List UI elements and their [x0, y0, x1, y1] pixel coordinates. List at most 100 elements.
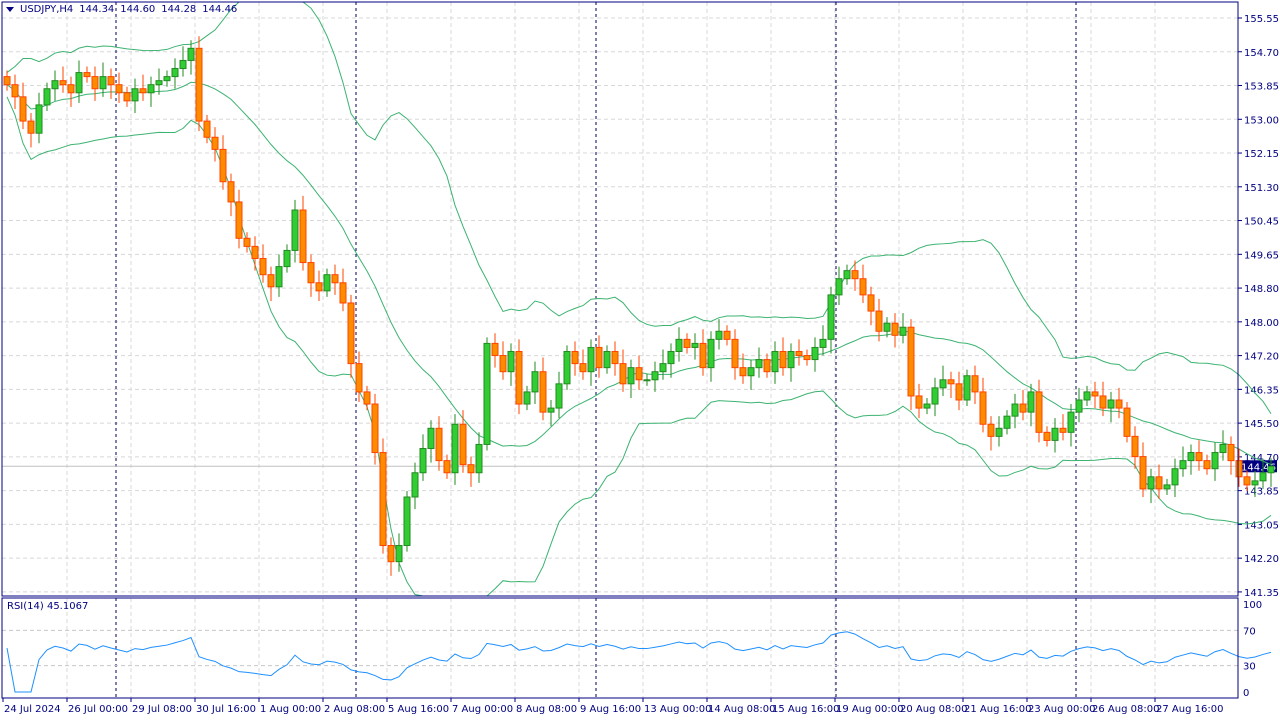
- candle-bear: [595, 346, 603, 369]
- time-axis-label: 13 Aug 00:00: [644, 704, 711, 715]
- candle-bull: [707, 338, 715, 369]
- time-axis-label: 30 Jul 16:00: [196, 704, 256, 715]
- candle-bear: [1131, 435, 1139, 458]
- time-axis-label: 9 Aug 16:00: [580, 704, 641, 715]
- candle-bull: [75, 72, 83, 94]
- candle-bear: [1227, 443, 1235, 462]
- rsi-axis-label: 70: [1243, 626, 1256, 637]
- bollinger-lower: [6, 96, 1272, 597]
- price-axis-label: 153.00: [1244, 115, 1279, 126]
- candle-bull: [627, 367, 635, 385]
- candle-bull: [451, 423, 459, 474]
- candle-bear: [203, 120, 211, 138]
- candle-bear: [339, 282, 347, 304]
- candle-bear: [699, 342, 707, 369]
- candle-bull: [555, 383, 563, 409]
- candle-bear: [779, 350, 787, 369]
- candle-bear: [795, 350, 803, 357]
- time-axis-label: 2 Aug 08:00: [324, 704, 385, 715]
- candle-bear: [371, 403, 379, 454]
- candle-bear: [435, 427, 443, 462]
- candle-bull: [1051, 427, 1059, 441]
- price-axis-label: 152.15: [1244, 149, 1279, 160]
- candle-bull: [691, 342, 699, 348]
- candle-bear: [3, 76, 11, 86]
- time-axis-label: 21 Aug 16:00: [964, 704, 1031, 715]
- price-axis-label: 150.45: [1244, 217, 1279, 228]
- candle-bear: [315, 282, 323, 292]
- price-axis-label: 151.30: [1244, 183, 1279, 194]
- candle-bull: [163, 76, 171, 82]
- candle-bear: [635, 367, 643, 381]
- candle-bear: [731, 338, 739, 369]
- symbol-label: USDJPY,H4: [20, 4, 74, 15]
- time-axis-label: 7 Aug 00:00: [452, 704, 513, 715]
- candle-bear: [243, 237, 251, 247]
- time-axis-label: 14 Aug 08:00: [708, 704, 775, 715]
- price-chart[interactable]: 155.55 154.70 153.85 153.00 152.15 151.30 150.…: [0, 0, 1280, 720]
- time-axis-label: 26 Jul 00:00: [68, 704, 128, 715]
- candle-bull: [675, 338, 683, 352]
- candle-bear: [1043, 431, 1051, 441]
- candle-bear: [1091, 391, 1099, 397]
- candle-bear: [59, 80, 67, 86]
- candle-bull: [667, 350, 675, 365]
- candle-bull: [283, 249, 291, 268]
- candle-bull: [1011, 403, 1019, 417]
- triangle-down-icon[interactable]: [6, 7, 14, 12]
- candle-bull: [147, 84, 155, 94]
- candle-bear: [1035, 391, 1043, 433]
- candle-bull: [1107, 399, 1115, 409]
- candle-bear: [683, 338, 691, 348]
- candle-bear: [331, 274, 339, 284]
- candle-bear: [235, 201, 243, 239]
- candle-bull: [171, 68, 179, 78]
- price-axis-label: 145.50: [1244, 419, 1279, 430]
- candle-bull: [563, 350, 571, 385]
- candle-bear: [67, 84, 75, 94]
- candle-bull: [827, 294, 835, 340]
- candle-bear: [83, 72, 91, 78]
- candle-bull: [179, 59, 187, 70]
- candle-bull: [419, 448, 427, 474]
- candle-bull: [523, 391, 531, 405]
- price-axis-label: 148.80: [1244, 284, 1279, 295]
- time-axis-label: 8 Aug 08:00: [516, 704, 577, 715]
- candle-bull: [603, 350, 611, 369]
- candle-bear: [259, 258, 267, 276]
- candle-bear: [891, 322, 899, 336]
- price-axis-label: 141.35: [1244, 588, 1279, 599]
- candle-bull: [427, 427, 435, 449]
- candle-bull: [995, 427, 1003, 437]
- candle-bull: [403, 496, 411, 547]
- candle-bull: [1075, 399, 1083, 413]
- time-axis-label: 15 Aug 16:00: [772, 704, 839, 715]
- candle-bear: [267, 274, 275, 288]
- candle-bull: [1211, 452, 1219, 470]
- candle-bull: [411, 472, 419, 498]
- candle-bull: [923, 403, 931, 409]
- candle-bull: [99, 76, 107, 90]
- candle-bull: [323, 274, 331, 292]
- candle-bull: [819, 338, 827, 348]
- close-value: 144.46: [202, 4, 238, 15]
- price-axis-label: 153.85: [1244, 82, 1279, 93]
- price-axis-label: 149.65: [1244, 250, 1279, 261]
- candle-bear: [1139, 456, 1147, 490]
- price-axis-label: 143.05: [1244, 520, 1279, 531]
- rsi-axis-label: 0: [1243, 688, 1249, 699]
- candle-bear: [211, 136, 219, 150]
- candle-bear: [91, 76, 99, 90]
- candle-bull: [531, 371, 539, 393]
- candle-bear: [27, 120, 35, 134]
- candle-bear: [947, 379, 955, 385]
- time-axis-label: 1 Aug 00:00: [260, 704, 321, 715]
- candle-bull: [1219, 443, 1227, 454]
- candle-bear: [115, 84, 123, 94]
- candle-bull: [155, 80, 163, 86]
- candle-bear: [491, 342, 499, 357]
- candle-bear: [1195, 452, 1203, 462]
- candle-bear: [1235, 460, 1243, 478]
- open-value: 144.34: [79, 4, 115, 15]
- candle-bear: [987, 423, 995, 437]
